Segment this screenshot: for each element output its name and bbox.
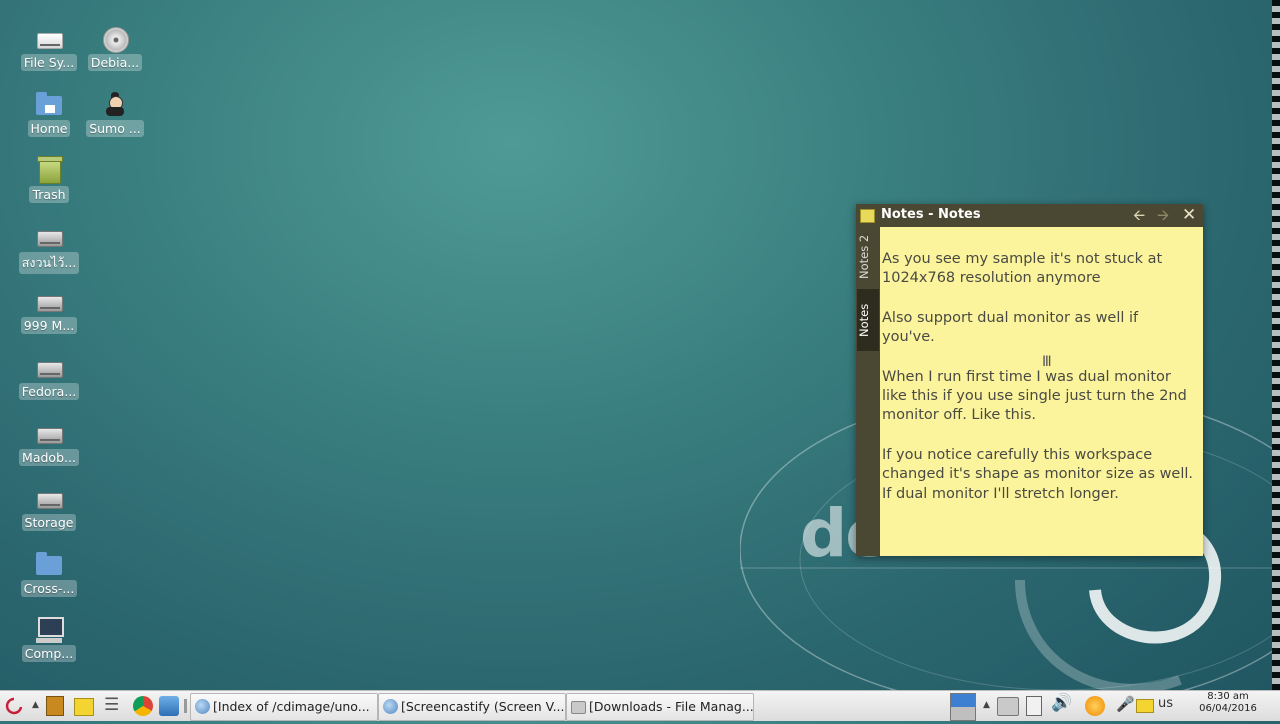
task-screencastify[interactable]: [Screencastify (Screen V...: [378, 693, 566, 721]
chrome-icon[interactable]: [133, 696, 153, 716]
note-icon: [860, 209, 875, 223]
desktop-icon-fedora-drive[interactable]: Fedora...: [16, 353, 82, 404]
file-manager-tray-icon[interactable]: [997, 697, 1019, 716]
clock[interactable]: 8:30 am 06/04/2016: [1192, 691, 1264, 715]
task-downloads-file-manager[interactable]: [Downloads - File Manag...: [566, 693, 754, 721]
desktop-icon-computer[interactable]: Comp...: [16, 615, 82, 666]
update-notifier-icon[interactable]: [1085, 696, 1105, 716]
desktop-icon-trash[interactable]: Trash: [16, 156, 82, 207]
browser-icon: [195, 699, 210, 714]
task-label: [Screencastify (Screen V...: [401, 699, 565, 714]
debian-menu-icon[interactable]: [4, 696, 24, 716]
task-label: [Index of /cdimage/uno...: [213, 699, 370, 714]
drive-icon: [34, 419, 64, 447]
task-list-icon[interactable]: ☰: [104, 695, 119, 719]
menu-caret-icon[interactable]: ▲: [32, 700, 39, 724]
notes-window-title: Notes - Notes: [881, 207, 981, 222]
microphone-icon[interactable]: 🎤: [1116, 695, 1135, 719]
notes-text-area[interactable]: As you see my sample it's not stuck at 1…: [882, 250, 1194, 524]
note-paragraph: If you notice carefully this workspace c…: [882, 446, 1194, 502]
taskbar: ▲ ☰ [Index of /cdimage/uno... [Screencas…: [0, 690, 1280, 721]
desktop-icon-label: Debia...: [87, 54, 143, 71]
desktop-icon-home[interactable]: Home: [16, 90, 82, 141]
drive-icon: [34, 353, 64, 381]
note-paragraph: Also support dual monitor as well if you…: [882, 309, 1139, 346]
notes-window: Notes - Notes 🡨 🡪 ✕ Notes 2 Notes As you…: [856, 204, 1203, 556]
clock-date: 06/04/2016: [1199, 703, 1257, 714]
notebook-icon[interactable]: [46, 696, 64, 716]
tab-notes[interactable]: Notes: [857, 289, 879, 351]
drive-icon: [34, 24, 64, 52]
desktop-icon-label: Sumo ...: [86, 120, 144, 137]
desktop-icon-file-system[interactable]: File Sy...: [16, 24, 82, 75]
sticky-note-icon[interactable]: [74, 698, 94, 716]
note-paragraph: When I run first time I was dual monitor…: [882, 368, 1187, 424]
home-folder-icon: [34, 90, 64, 118]
desktop-icon-reserved-drive[interactable]: สงวนไว้...: [16, 222, 82, 278]
sumo-icon: [100, 90, 130, 118]
trash-icon: [34, 156, 64, 184]
desktop-icon-label: Comp...: [21, 645, 77, 662]
screen-edge-artifact: [1272, 0, 1280, 690]
tray-expand-icon[interactable]: ▲: [983, 700, 990, 724]
close-icon[interactable]: ✕: [1182, 206, 1196, 224]
notes-tab-sidebar: Notes 2 Notes: [856, 227, 880, 556]
desktop-icon-debian-cd[interactable]: Debia...: [82, 24, 148, 75]
network-tool-icon[interactable]: [159, 696, 179, 716]
notes-titlebar[interactable]: Notes - Notes 🡨 🡪 ✕: [856, 204, 1203, 227]
desktop-icon-sumo[interactable]: Sumo ...: [82, 90, 148, 141]
clipboard-icon[interactable]: [1026, 696, 1042, 716]
back-arrow-icon[interactable]: 🡨: [1133, 206, 1145, 224]
task-index-of-cdimage[interactable]: [Index of /cdimage/uno...: [190, 693, 378, 721]
drive-icon: [34, 222, 64, 250]
desktop-icon-cross-folder[interactable]: Cross-...: [16, 550, 82, 601]
volume-icon[interactable]: 🔊: [1051, 693, 1072, 717]
drive-icon: [34, 484, 64, 512]
desktop-icon-label: 999 M...: [20, 317, 78, 334]
desktop-icon-label: Fedora...: [18, 383, 80, 400]
keyboard-layout-indicator[interactable]: us: [1158, 696, 1173, 711]
browser-icon: [383, 699, 398, 714]
forward-arrow-icon[interactable]: 🡪: [1157, 206, 1169, 224]
desktop-icon-label: Home: [27, 120, 71, 137]
desktop-icon-label: Madob...: [19, 449, 79, 466]
task-label: [Downloads - File Manag...: [589, 699, 754, 714]
cd-icon: [100, 24, 130, 53]
note-paragraph: As you see my sample it's not stuck at 1…: [882, 251, 1163, 287]
folder-icon: [34, 550, 64, 578]
computer-icon: [34, 615, 64, 643]
desktop-icon-storage-drive[interactable]: Storage: [16, 484, 82, 535]
desktop-icon-label: Storage: [21, 514, 77, 531]
tab-notes-2[interactable]: Notes 2: [857, 231, 879, 283]
folder-icon: [571, 701, 586, 714]
desktop-icon-madob-drive[interactable]: Madob...: [16, 419, 82, 470]
desktop-icon-label: Trash: [29, 186, 69, 203]
drive-icon: [34, 287, 64, 315]
workspace-pager[interactable]: [950, 693, 976, 721]
desktop-icon-label: File Sy...: [20, 54, 78, 71]
text-cursor-icon: Ⅲ: [1042, 354, 1052, 370]
desktop-icon-999-drive[interactable]: 999 M...: [16, 287, 82, 338]
desktop-icon-label: Cross-...: [20, 580, 78, 597]
taskbar-separator: [184, 699, 187, 713]
desktop-icon-label: สงวนไว้...: [18, 252, 80, 274]
clock-time: 8:30 am: [1207, 691, 1249, 702]
sticky-notes-tray-icon[interactable]: [1136, 699, 1154, 713]
